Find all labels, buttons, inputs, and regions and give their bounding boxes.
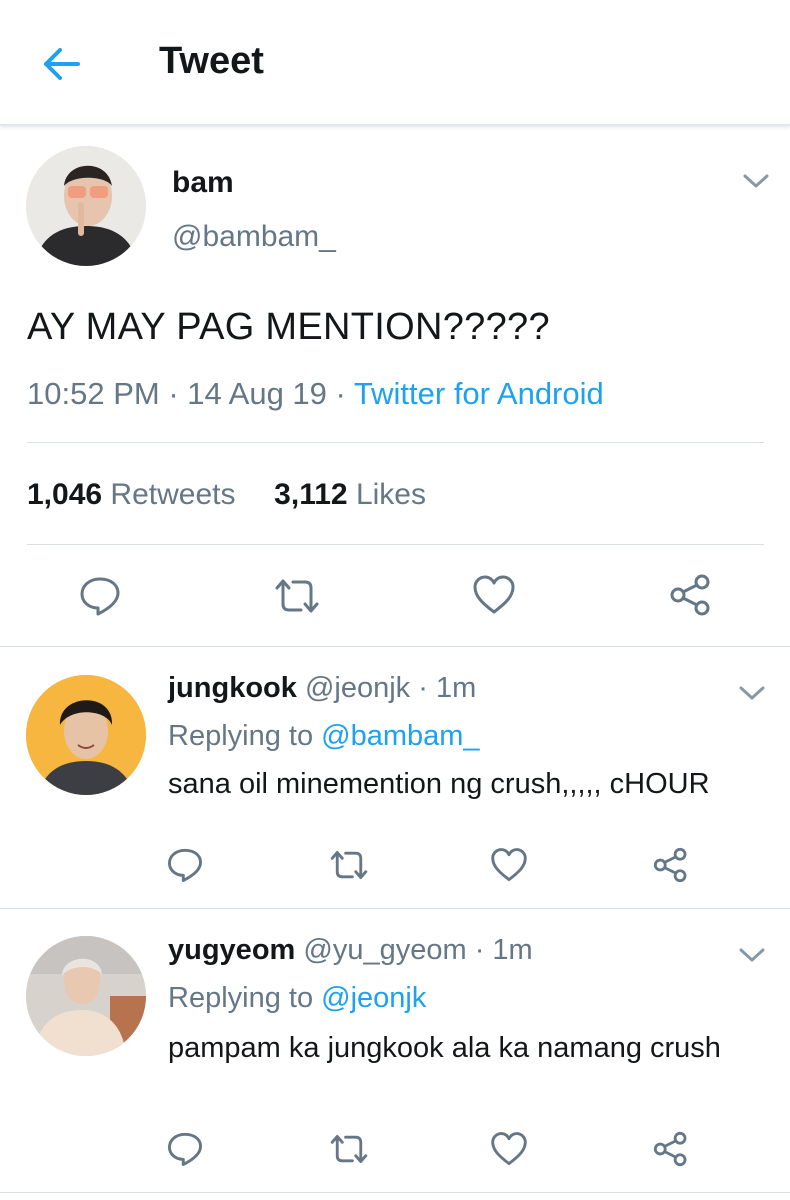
avatar-jungkook[interactable] <box>26 675 146 795</box>
avatar-bam[interactable] <box>26 146 146 266</box>
meta-separator: · <box>335 376 354 411</box>
divider <box>27 442 764 443</box>
chevron-down-icon[interactable] <box>738 946 766 964</box>
replying-to-prefix: Replying to <box>168 982 314 1014</box>
retweets-count: 1,046 <box>27 478 103 511</box>
meta-separator: · <box>418 672 436 704</box>
heart-icon[interactable] <box>490 1131 528 1167</box>
tweet-text: AY MAY PAG MENTION????? <box>27 306 550 348</box>
retweets-label: Retweets <box>110 478 236 511</box>
chevron-down-icon[interactable] <box>738 684 766 702</box>
retweets-stat[interactable]: 1,046 Retweets <box>27 478 235 511</box>
section-divider <box>0 1192 790 1193</box>
replying-to: Replying to @jeonjk <box>168 982 426 1015</box>
reply-text: pampam ka jungkook ala ka namang crush <box>168 1032 721 1064</box>
author-name[interactable]: bam <box>172 166 234 200</box>
divider <box>27 544 764 545</box>
retweet-icon[interactable] <box>328 848 370 882</box>
reply-author-handle[interactable]: @jeonjk <box>305 672 410 704</box>
avatar-yugyeom[interactable] <box>26 936 146 1056</box>
likes-count: 3,112 <box>274 478 348 511</box>
tweet-source-link[interactable]: Twitter for Android <box>354 376 604 411</box>
share-icon[interactable] <box>668 572 714 618</box>
heart-icon[interactable] <box>472 574 516 616</box>
tweet-stats: 1,046 Retweets 3,112 Likes <box>27 478 426 512</box>
tweet-date: 14 Aug 19 <box>187 376 327 411</box>
replying-to-link[interactable]: @bambam_ <box>321 720 479 752</box>
tweet-meta: 10:52 PM · 14 Aug 19 · Twitter for Andro… <box>27 376 604 412</box>
reply-age: 1m <box>492 934 533 966</box>
reply-icon[interactable] <box>166 846 204 884</box>
reply-text: sana oil minemention ng crush,,,,, cHOUR <box>168 768 710 800</box>
section-divider <box>0 646 790 647</box>
retweet-icon[interactable] <box>328 1132 370 1166</box>
retweet-icon[interactable] <box>272 576 322 616</box>
reply-author-name[interactable]: jungkook <box>168 672 297 704</box>
reply-header: jungkook @jeonjk · 1m <box>168 672 476 705</box>
reply-age: 1m <box>435 672 477 704</box>
replying-to: Replying to @bambam_ <box>168 720 480 753</box>
meta-separator: · <box>168 376 188 411</box>
section-divider <box>0 908 790 909</box>
app-header: Tweet <box>0 0 790 126</box>
replying-to-link[interactable]: @jeonjk <box>321 982 426 1014</box>
reply-header: yugyeom @yu_gyeom · 1m <box>168 934 533 967</box>
tweet-time: 10:52 PM <box>27 376 160 411</box>
back-arrow-icon[interactable] <box>38 44 82 84</box>
replying-to-prefix: Replying to <box>168 720 314 752</box>
meta-separator: · <box>474 934 493 966</box>
reply-author-handle[interactable]: @yu_gyeom <box>303 934 466 966</box>
reply-author-name[interactable]: yugyeom <box>168 934 295 966</box>
heart-icon[interactable] <box>490 847 528 883</box>
chevron-down-icon[interactable] <box>742 172 770 190</box>
reply-icon[interactable] <box>166 1130 204 1168</box>
share-icon[interactable] <box>652 1130 690 1168</box>
share-icon[interactable] <box>652 846 690 884</box>
author-handle[interactable]: @bambam_ <box>172 220 336 254</box>
reply-icon[interactable] <box>78 574 122 618</box>
page-title: Tweet <box>159 40 264 82</box>
likes-stat[interactable]: 3,112 Likes <box>274 478 426 511</box>
likes-label: Likes <box>355 478 426 511</box>
